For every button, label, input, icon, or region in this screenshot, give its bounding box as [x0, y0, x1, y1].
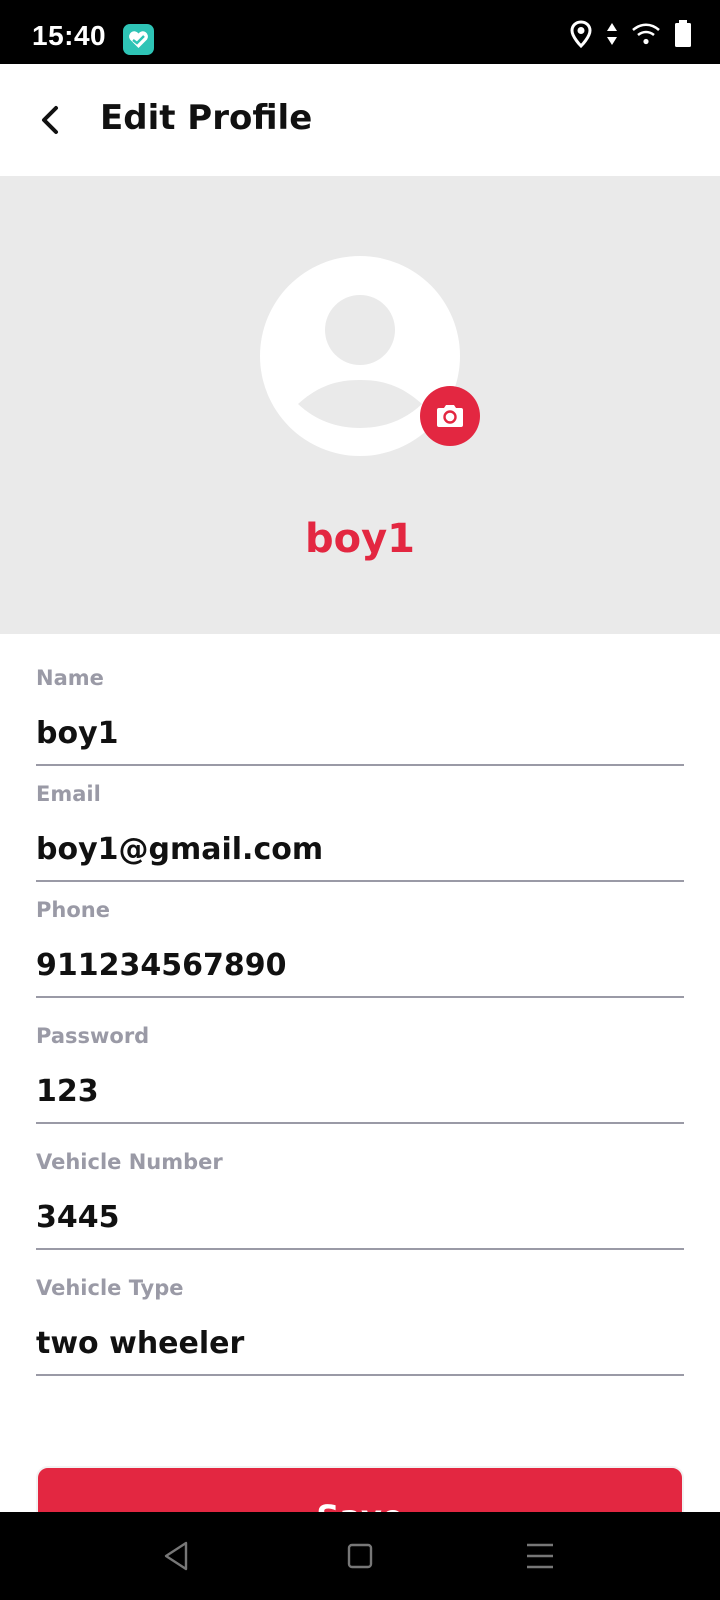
name-underline [36, 764, 684, 766]
status-time: 15:40 [32, 20, 107, 51]
name-label: Name [36, 666, 104, 690]
password-underline [36, 1122, 684, 1124]
app-header: Edit Profile [0, 64, 720, 176]
vehicle-number-underline [36, 1248, 684, 1250]
wifi-icon [632, 23, 660, 49]
vehicle-type-label: Vehicle Type [36, 1276, 184, 1300]
change-photo-button[interactable] [420, 386, 480, 446]
name-input[interactable]: boy1 [36, 716, 119, 751]
navigation-bar [0, 1512, 720, 1600]
password-input[interactable]: 123 [36, 1074, 99, 1109]
email-underline [36, 880, 684, 882]
phone-label: Phone [36, 898, 110, 922]
vehicle-type-underline [36, 1374, 684, 1376]
page-title: Edit Profile [100, 98, 313, 138]
edit-profile-screen: 15:40 Edit Profile boy1 Name boy1 Email … [0, 0, 720, 1600]
password-label: Password [36, 1024, 150, 1048]
status-bar: 15:40 [0, 0, 720, 64]
camera-icon [437, 405, 463, 427]
phone-underline [36, 996, 684, 998]
phone-input[interactable]: 911234567890 [36, 948, 287, 983]
profile-name: boy1 [304, 516, 416, 562]
data-arrows-icon [606, 22, 618, 50]
status-icons [570, 20, 692, 52]
back-button[interactable] [30, 96, 78, 144]
profile-panel: boy1 [0, 176, 720, 634]
menu-lines-icon [527, 1543, 553, 1569]
vehicle-number-input[interactable]: 3445 [36, 1200, 120, 1235]
nav-home-button[interactable] [338, 1534, 382, 1578]
back-triangle-icon [164, 1541, 188, 1571]
app-heart-icon [123, 24, 154, 55]
location-icon [570, 20, 592, 52]
nav-menu-button[interactable] [518, 1534, 562, 1578]
vehicle-number-label: Vehicle Number [36, 1150, 223, 1174]
home-square-icon [347, 1543, 373, 1569]
vehicle-type-input[interactable]: two wheeler [36, 1326, 244, 1361]
email-label: Email [36, 782, 101, 806]
chevron-left-icon [42, 106, 58, 134]
email-input[interactable]: boy1@gmail.com [36, 832, 323, 867]
nav-back-button[interactable] [156, 1534, 200, 1578]
battery-icon [674, 20, 692, 52]
